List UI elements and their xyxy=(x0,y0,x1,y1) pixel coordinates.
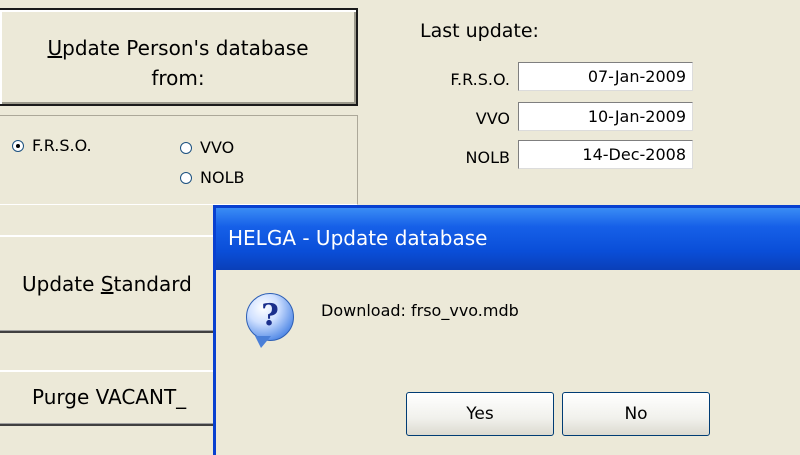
update-standard-label-accel: S xyxy=(100,272,114,296)
last-update-label-vvo: VVO xyxy=(475,109,510,128)
last-update-field-nolb[interactable]: 14-Dec-2008 xyxy=(518,140,693,169)
radio-button-checked[interactable] xyxy=(12,139,24,152)
yes-button[interactable]: Yes xyxy=(406,392,554,436)
dialog-message: Download: frso_vvo.mdb xyxy=(321,301,519,320)
radio-nolb[interactable]: NOLB xyxy=(180,168,244,187)
no-button[interactable]: No xyxy=(562,392,710,436)
last-update-field-vvo[interactable]: 10-Jan-2009 xyxy=(518,102,693,131)
radio-label-vvo: VVO xyxy=(200,138,235,157)
no-button-label: No xyxy=(624,404,648,424)
yes-button-label: Yes xyxy=(466,404,494,424)
update-standard-button[interactable]: Update Standard xyxy=(0,235,230,333)
radio-frso[interactable]: F.R.S.O. xyxy=(12,136,92,155)
update-database-dialog: HELGA - Update database ? Download: frso… xyxy=(213,205,800,455)
last-update-label-nolb: NOLB xyxy=(465,148,510,167)
purge-vacant-button[interactable]: Purge VACANT_ xyxy=(0,370,230,426)
radio-label-frso: F.R.S.O. xyxy=(32,136,92,155)
last-update-field-frso[interactable]: 07-Jan-2009 xyxy=(518,62,693,91)
dialog-titlebar[interactable]: HELGA - Update database xyxy=(216,208,800,270)
update-person-label-line1: Update Person's database xyxy=(47,36,309,60)
radio-vvo[interactable]: VVO xyxy=(180,138,234,157)
dialog-title: HELGA - Update database xyxy=(228,226,488,250)
question-icon: ? xyxy=(246,293,294,348)
radio-button[interactable] xyxy=(180,171,192,184)
update-person-label-line2: from: xyxy=(151,66,205,90)
update-standard-label-rest: tandard xyxy=(113,272,192,296)
radio-label-nolb: NOLB xyxy=(200,168,245,187)
last-update-label-frso: F.R.S.O. xyxy=(450,70,510,89)
last-update-title: Last update: xyxy=(420,20,539,42)
update-standard-label-pre: Update xyxy=(22,272,101,296)
source-radio-group: F.R.S.O. VVO NOLB xyxy=(0,115,358,205)
purge-label: Purge VACANT_ xyxy=(32,385,187,409)
question-mark-glyph: ? xyxy=(261,298,279,333)
update-person-database-button[interactable]: Update Person's database from: xyxy=(0,8,358,106)
radio-button[interactable] xyxy=(180,141,192,154)
